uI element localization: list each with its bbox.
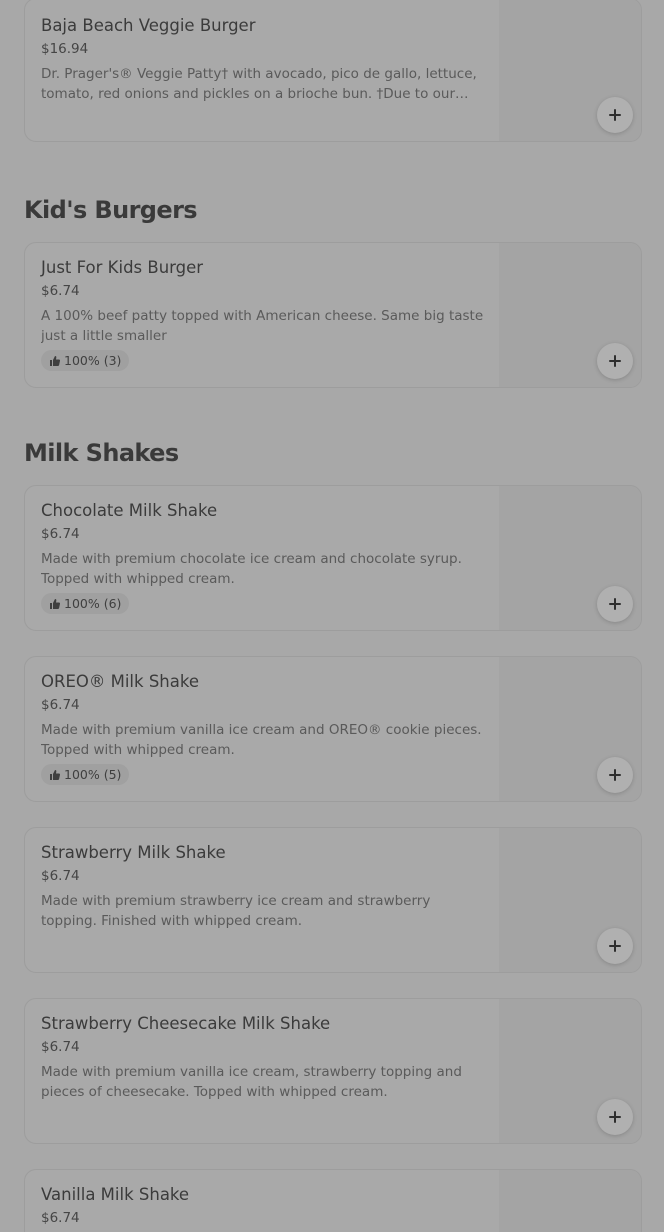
plus-icon [609,109,621,121]
item-description: Made with premium vanilla ice cream and … [41,722,482,758]
menu-item-card[interactable]: Strawberry Cheesecake Milk Shake $6.74 M… [24,998,642,1144]
rating-text: 100% (5) [64,767,122,782]
menu-item-card[interactable]: Chocolate Milk Shake $6.74 Made with pre… [24,485,642,631]
thumbs-up-icon [50,598,61,609]
plus-icon [609,769,621,781]
add-to-cart-button[interactable] [597,343,633,379]
rating-badge: 100% (6) [41,593,130,614]
item-name: Vanilla Milk Shake [41,1185,190,1204]
item-description: Made with premium vanilla ice cream, str… [41,1064,462,1100]
item-name: Strawberry Milk Shake [41,843,226,862]
add-to-cart-button[interactable] [597,97,633,133]
add-to-cart-button[interactable] [597,928,633,964]
plus-icon [609,1111,621,1123]
item-name: Chocolate Milk Shake [41,501,218,520]
plus-icon [609,598,621,610]
rating-badge: 100% (3) [41,350,130,371]
item-price: $16.94 [41,41,89,57]
rating-text: 100% (6) [64,596,122,611]
menu-item-card[interactable]: OREO® Milk Shake $6.74 Made with premium… [24,656,642,802]
thumbs-up-icon [50,355,61,366]
add-to-cart-button[interactable] [597,586,633,622]
item-price: $6.74 [41,283,80,299]
section-title: Milk Shakes [24,439,179,467]
item-price: $6.74 [41,526,80,542]
item-price: $6.74 [41,697,80,713]
item-name: Just For Kids Burger [41,258,204,277]
menu-item-card[interactable]: Just For Kids Burger $6.74 A 100% beef p… [24,242,642,388]
thumbs-up-icon [50,769,61,780]
menu-page: Baja Beach Veggie Burger $16.94 Dr. Prag… [0,0,664,1232]
menu-item-card[interactable]: Vanilla Milk Shake $6.74 [24,1169,642,1232]
item-description: Made with premium chocolate ice cream an… [41,551,462,587]
item-name: Baja Beach Veggie Burger [41,16,256,35]
item-name: Strawberry Cheesecake Milk Shake [41,1014,331,1033]
item-description: A 100% beef patty topped with American c… [41,308,484,344]
rating-text: 100% (3) [64,353,122,368]
item-price: $6.74 [41,868,80,884]
menu-item-card[interactable]: Strawberry Milk Shake $6.74 Made with pr… [24,827,642,973]
add-to-cart-button[interactable] [597,1099,633,1135]
rating-badge: 100% (5) [41,764,130,785]
menu-item-card[interactable]: Baja Beach Veggie Burger $16.94 Dr. Prag… [24,0,642,142]
plus-icon [609,355,621,367]
section-title: Kid's Burgers [24,196,198,224]
item-name: OREO® Milk Shake [41,672,199,691]
item-image [499,1170,641,1232]
plus-icon [609,940,621,952]
item-description: Dr. Prager's® Veggie Patty† with avocado… [41,66,477,102]
item-description: Made with premium strawberry ice cream a… [41,893,431,929]
item-price: $6.74 [41,1039,80,1055]
item-price: $6.74 [41,1210,80,1226]
add-to-cart-button[interactable] [597,757,633,793]
